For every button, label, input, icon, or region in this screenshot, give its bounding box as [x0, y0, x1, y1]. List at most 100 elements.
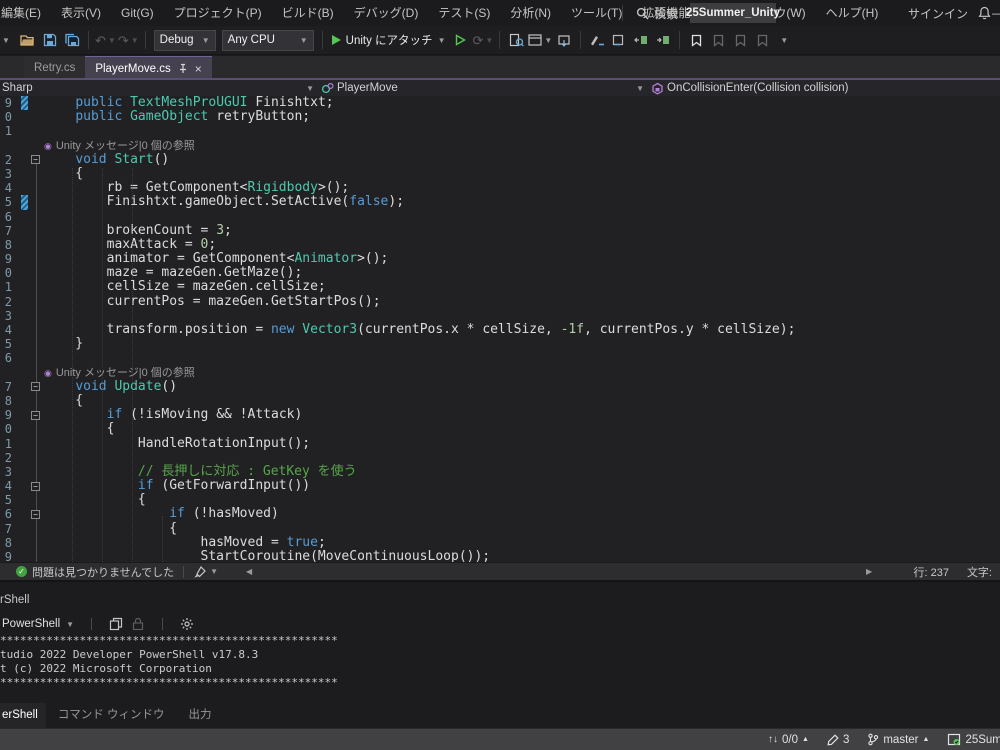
outline-margin [28, 195, 44, 209]
clear-bookmarks-button[interactable] [752, 29, 772, 51]
toolbar-overflow-caret[interactable]: ▼ [0, 29, 16, 51]
outline-margin [28, 139, 44, 153]
terminal-output[interactable]: ****************************************… [0, 634, 338, 690]
branch-button[interactable]: master ▲ [861, 733, 935, 746]
project-dropdown[interactable]: Sharp ▼ [0, 80, 318, 96]
unity-message-icon: ◉ [44, 366, 52, 380]
uncomment-selection-button[interactable] [609, 29, 629, 51]
window-layout-button[interactable]: ▼ [528, 29, 552, 51]
code-text: HandleRotationInput(); [44, 437, 310, 451]
collapse-toggle-icon[interactable]: − [31, 510, 40, 519]
code-line: 7− void Update() [0, 380, 1000, 394]
decrease-indent-button[interactable] [631, 29, 651, 51]
hscroll-right-arrow[interactable]: ▶ [866, 567, 872, 576]
sign-in-area[interactable]: サインイン [908, 0, 991, 26]
codelens-references-link[interactable]: ◉Unity メッセージ|0 個の参照 [44, 366, 195, 380]
chevron-down-icon[interactable]: ▼ [66, 620, 74, 629]
collapse-toggle-icon[interactable]: − [31, 411, 40, 420]
change-tracking-gutter [21, 522, 28, 536]
panel-tab[interactable]: コマンド ウィンドウ [46, 703, 177, 728]
next-bookmark-button[interactable] [730, 29, 750, 51]
menu-item[interactable]: ビルド(B) [272, 0, 344, 26]
member-dropdown[interactable]: OnCollisionEnter(Collision collision) [648, 80, 1000, 96]
panel-tab[interactable]: erShell [0, 703, 46, 728]
tab-playermove-cs[interactable]: PlayerMove.cs × [85, 56, 211, 80]
shell-selector-dropdown[interactable]: PowerShell ▼ [0, 618, 74, 630]
chevron-down-icon[interactable]: ▼ [438, 36, 446, 45]
code-editor[interactable]: 9 public TextMeshProUGUI Finishtxt;0 pub… [0, 96, 1000, 562]
chevron-down-icon[interactable]: ▼ [210, 567, 218, 576]
chevron-down-icon[interactable]: ▼ [306, 84, 314, 93]
outline-margin: − [28, 479, 44, 493]
menu-item[interactable]: ヘルプ(H) [816, 0, 889, 26]
undo-button[interactable]: ↶▼ [95, 29, 116, 51]
collapse-toggle-icon[interactable]: − [31, 382, 40, 391]
sync-commits-button[interactable]: ↑↓ 0/0 ▲ [762, 734, 815, 746]
hot-reload-button[interactable]: ⟳▼ [472, 29, 493, 51]
search-label[interactable]: 検索 [654, 5, 678, 22]
branch-icon [867, 733, 879, 746]
menu-item[interactable]: 表示(V) [51, 0, 111, 26]
code-line: 3 [0, 309, 1000, 323]
document-health-indicator[interactable]: ✓ 問題は見つかりませんでした [0, 564, 174, 580]
attach-to-unity-button[interactable]: Unity にアタッチ ▼ [332, 32, 446, 48]
copy-icon[interactable] [109, 617, 123, 631]
menu-item[interactable]: プロジェクト(P) [164, 0, 272, 26]
navigate-back-button[interactable] [554, 29, 574, 51]
divider [88, 31, 89, 49]
type-dropdown[interactable]: PlayerMove ▼ [318, 80, 648, 96]
save-all-button[interactable] [62, 29, 82, 51]
sign-in-label[interactable]: サインイン [908, 5, 968, 22]
repository-button[interactable]: 25Summer_Unity [941, 733, 1000, 746]
outline-margin [28, 351, 44, 365]
solution-platform-dropdown[interactable]: Any CPU▼ [222, 30, 314, 51]
pencil-icon [827, 734, 839, 746]
line-number: 0 [0, 110, 12, 124]
pin-icon[interactable] [178, 63, 188, 74]
code-cleanup-icon[interactable] [193, 566, 206, 578]
lock-icon[interactable] [131, 617, 145, 631]
comment-selection-button[interactable] [587, 29, 607, 51]
toggle-bookmark-button[interactable] [686, 29, 706, 51]
change-tracking-marker [21, 96, 28, 110]
codelens-references-link[interactable]: ◉Unity メッセージ|0 個の参照 [44, 139, 195, 153]
minimize-button[interactable]: — [992, 6, 1000, 20]
visual-studio-window: 編集(E)表示(V)Git(G)プロジェクト(P)ビルド(B)デバッグ(D)テス… [0, 0, 1000, 750]
previous-bookmark-button[interactable] [708, 29, 728, 51]
search-cluster[interactable]: 検索 ▼ [622, 0, 691, 26]
start-without-debugging-button[interactable] [450, 29, 470, 51]
solution-configuration-dropdown[interactable]: Debug▼ [154, 30, 216, 51]
menu-item[interactable]: Git(G) [111, 0, 164, 26]
menu-item[interactable]: 編集(E) [0, 0, 51, 26]
code-text: hasMoved = true; [44, 536, 326, 550]
menu-item[interactable]: デバッグ(D) [344, 0, 429, 26]
line-number [0, 139, 12, 153]
divider [622, 5, 623, 21]
redo-button[interactable]: ↷▼ [118, 29, 139, 51]
bookmark-overflow-caret[interactable]: ▼ [774, 29, 794, 51]
tab-retry-cs[interactable]: Retry.cs [24, 56, 85, 80]
code-line: 4 rb = GetComponent<Rigidbody>(); [0, 181, 1000, 195]
find-in-files-button[interactable] [506, 29, 526, 51]
solution-name-badge[interactable]: 25Summer_Unity [690, 3, 776, 23]
open-file-button[interactable] [18, 29, 38, 51]
chevron-down-icon[interactable]: ▼ [636, 84, 644, 93]
play-icon [332, 35, 341, 45]
menu-item[interactable]: テスト(S) [428, 0, 500, 26]
panel-tab[interactable]: 出力 [177, 703, 224, 728]
change-tracking-gutter [21, 507, 28, 521]
collapse-toggle-icon[interactable]: − [31, 482, 40, 491]
save-button[interactable] [40, 29, 60, 51]
close-icon[interactable]: × [195, 62, 202, 76]
pending-edits-button[interactable]: 3 [821, 734, 855, 746]
change-tracking-gutter [21, 366, 28, 380]
bell-icon[interactable] [978, 6, 991, 20]
outline-margin [28, 266, 44, 280]
change-tracking-gutter [21, 394, 28, 408]
hscroll-left-arrow[interactable]: ◀ [246, 567, 252, 576]
collapse-toggle-icon[interactable]: − [31, 155, 40, 164]
menu-item[interactable]: 分析(N) [500, 0, 561, 26]
gear-icon[interactable] [180, 617, 194, 631]
code-line: 7 { [0, 522, 1000, 536]
increase-indent-button[interactable] [653, 29, 673, 51]
